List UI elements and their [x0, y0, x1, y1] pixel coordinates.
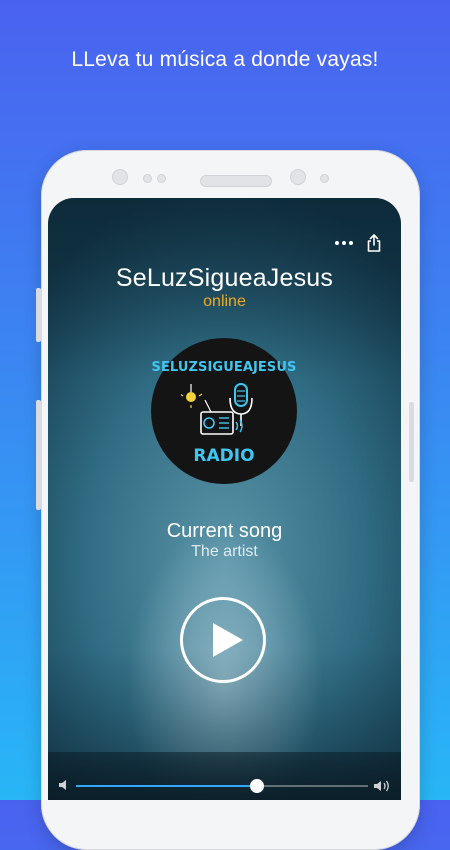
volume-slider-fill: [76, 785, 258, 787]
player-screen: SeLuzSigueaJesus online SELUZSIGUEAJESUS: [48, 198, 401, 800]
logo-radio-text: RADIO: [193, 446, 255, 466]
more-dots-icon[interactable]: [335, 241, 353, 245]
play-icon: [213, 623, 243, 657]
station-status: online: [203, 293, 246, 310]
logo-title-text: SELUZSIGUEAJESUS: [151, 360, 297, 375]
play-button[interactable]: [180, 597, 266, 683]
volume-bar: [48, 752, 401, 800]
phone-side-button-left-lower: [36, 400, 41, 510]
front-camera-icon: [290, 169, 306, 185]
top-actions: [335, 234, 381, 252]
station-name: SeLuzSigueaJesus: [115, 264, 334, 292]
sensor-icon: [143, 174, 152, 183]
current-song-title: Current song: [166, 520, 283, 542]
radio-microphone-icon: [181, 383, 253, 435]
promo-headline: LLeva tu música a donde vayas!: [71, 48, 379, 71]
volume-slider-thumb[interactable]: [250, 779, 265, 793]
earpiece-speaker: [200, 175, 272, 187]
phone-side-button-left: [36, 288, 41, 342]
current-artist: The artist: [191, 543, 258, 560]
sensor-icon: [157, 174, 166, 183]
share-icon[interactable]: [367, 234, 381, 252]
volume-low-icon: [59, 780, 66, 790]
volume-high-icon: [374, 780, 389, 792]
sensor-icon: [320, 174, 329, 183]
phone-side-button-right: [409, 402, 414, 482]
station-logo: SELUZSIGUEAJESUS RADIO: [151, 338, 297, 484]
volume-slider[interactable]: [76, 779, 368, 793]
camera-icon: [112, 169, 128, 185]
